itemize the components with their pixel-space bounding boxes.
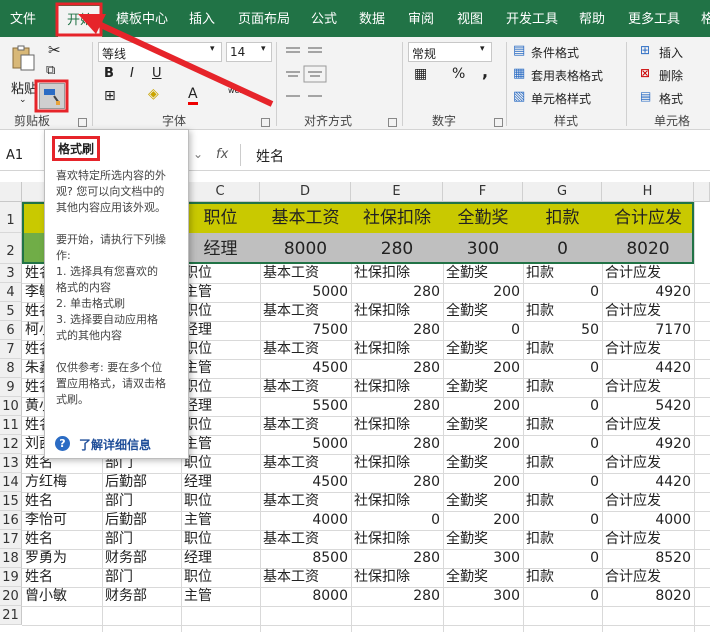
- format-painter-highlight-box: [34, 79, 69, 113]
- annotation-overlay: [34, 2, 274, 113]
- annotation-arrow: [88, 17, 274, 107]
